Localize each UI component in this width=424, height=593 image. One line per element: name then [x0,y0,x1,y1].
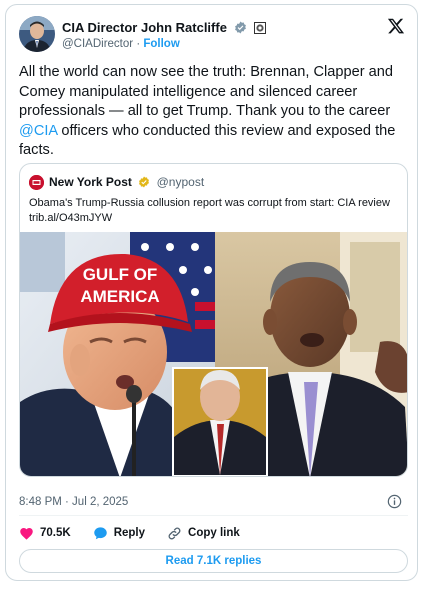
author-name-line[interactable]: CIA Director John Ratcliffe [62,20,267,37]
tweet-text-end: officers who conducted this review and e… [19,122,396,159]
tweet-text-start: All the world can now see the truth: Bre… [19,64,393,119]
gold-verified-icon [138,176,150,191]
nypost-avatar[interactable] [29,175,44,190]
link-icon [168,527,181,539]
quoted-headline: Obama's Trump-Russia collusion report wa… [29,197,390,209]
follow-button[interactable]: Follow [143,38,179,50]
copy-link-button[interactable]: Copy link [167,526,240,541]
government-seal-icon [254,22,267,37]
quoted-tweet-photo[interactable]: GULF OF AMERICA [20,232,408,477]
info-icon[interactable] [387,494,402,509]
reply-label: Reply [113,527,146,539]
quoted-author-handle[interactable]: @nypost [157,175,205,189]
separator-dot: · [136,38,141,50]
verified-badge-icon [234,21,247,37]
reply-bubble-icon [93,527,107,540]
read-replies-button[interactable]: Read 7.1K replies [19,549,408,573]
divider [19,515,408,516]
quoted-author-line[interactable]: New York Post @nypost [49,175,204,191]
author-handle[interactable]: @CIADirector [62,38,133,50]
cap-text-line1: GULF OF [83,265,158,284]
cia-mention-link[interactable]: @CIA [19,123,57,139]
cap-text-line2: AMERICA [80,287,159,306]
action-bar: 70.5K Reply Copy link [19,524,262,542]
tweet-card: CIA Director John Ratcliffe @CIADirector… [5,4,418,581]
tweet-timestamp[interactable]: 8:48 PM · Jul 2, 2025 [19,496,128,508]
heart-icon [20,528,33,540]
quoted-tweet-text: Obama's Trump-Russia collusion report wa… [29,196,401,225]
quoted-link[interactable]: trib.al/O43mJYW [29,211,401,226]
quoted-tweet[interactable]: New York Post @nypost Obama's Trump-Russ… [19,163,408,477]
x-logo-icon[interactable] [387,17,405,35]
copy-link-label: Copy link [188,527,240,539]
reply-button[interactable]: Reply [93,526,145,540]
author-avatar[interactable] [19,16,55,52]
author-name[interactable]: CIA Director John Ratcliffe [62,20,227,35]
author-handle-line: @CIADirector · Follow [62,38,180,50]
quoted-author-name[interactable]: New York Post [49,175,132,189]
like-button[interactable]: 70.5K [19,526,71,540]
read-replies-label: Read 7.1K replies [165,555,262,567]
tweet-text: All the world can now see the truth: Bre… [19,63,411,161]
like-count: 70.5K [40,527,71,539]
